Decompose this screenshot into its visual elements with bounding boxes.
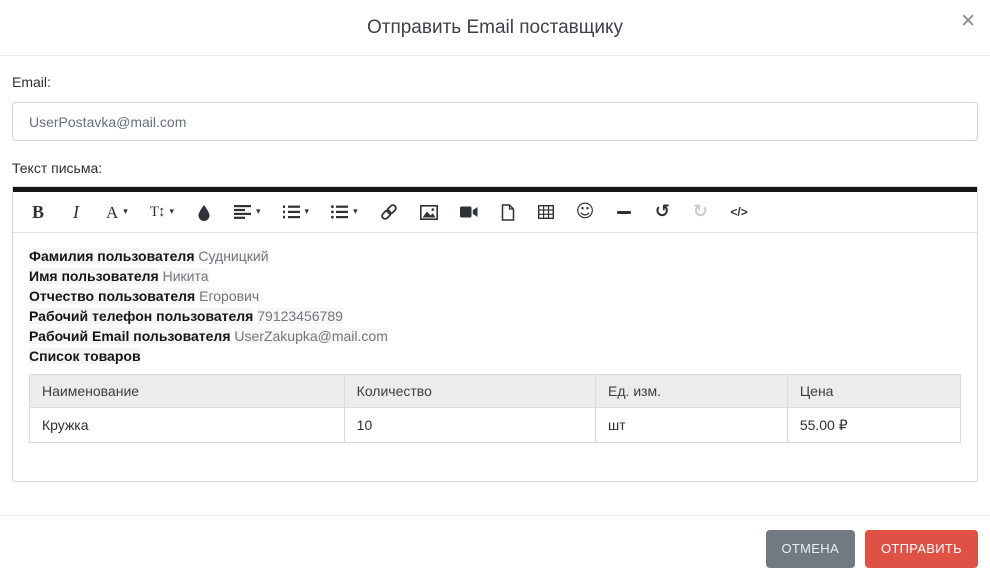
font-family-button[interactable]: A▾ [95, 192, 139, 232]
cell-item-quantity: 10 [344, 408, 595, 443]
send-button[interactable]: ОТПРАВИТЬ [865, 530, 978, 568]
items-table-header-row: Наименование Количество Ед. изм. Цена [30, 375, 961, 408]
field-value: 79123456789 [257, 308, 343, 324]
align-button[interactable]: ▾ [223, 192, 272, 232]
insert-file-button[interactable] [489, 192, 527, 232]
code-view-button[interactable]: </> [719, 192, 758, 232]
insert-video-button[interactable] [449, 192, 489, 232]
undo-button[interactable]: ↺ [643, 192, 681, 232]
insert-table-button[interactable] [527, 192, 565, 232]
editor-toolbar: B I A▾ T↕▾ ▾ ▾ ▾ [13, 192, 977, 233]
italic-button[interactable]: I [57, 192, 95, 232]
horizontal-line-button[interactable] [605, 192, 643, 232]
chevron-down-icon: ▾ [256, 207, 261, 217]
column-header-quantity: Количество [344, 375, 595, 408]
video-camera-icon [460, 206, 478, 218]
user-phone-line: Рабочий телефон пользователя 79123456789 [29, 306, 961, 326]
chevron-down-icon: ▾ [305, 207, 310, 217]
font-size-button[interactable]: T↕ ▾ [139, 192, 185, 232]
field-value: Судницкий [198, 248, 268, 264]
field-value: UserZakupka@mail.com [234, 328, 387, 344]
chevron-down-icon: ▾ [169, 207, 174, 217]
redo-button[interactable]: ↻ [681, 192, 719, 232]
field-label: Отчество пользователя [29, 288, 195, 304]
ordered-list-button[interactable]: ▾ [272, 192, 321, 232]
field-label: Рабочий телефон пользователя [29, 308, 253, 324]
text-color-button[interactable] [185, 192, 223, 232]
table-icon [538, 205, 554, 219]
horizontal-line-icon [617, 211, 631, 214]
emoticon-button[interactable]: ☺ [565, 192, 606, 232]
user-email-line: Рабочий Email пользователя UserZakupka@m… [29, 326, 961, 346]
dialog-footer: ОТМЕНА ОТПРАВИТЬ [0, 515, 990, 581]
field-value: Никита [163, 268, 209, 284]
insert-link-button[interactable] [369, 192, 409, 232]
editor-content[interactable]: Фамилия пользователя Судницкий Имя польз… [13, 233, 977, 481]
redo-icon: ↻ [693, 203, 708, 221]
bold-button[interactable]: B [19, 192, 57, 232]
font-size-icon: T↕ [150, 205, 165, 220]
code-view-icon: </> [730, 206, 747, 218]
close-icon[interactable]: ✕ [960, 12, 976, 31]
user-lastname-line: Фамилия пользователя Судницкий [29, 246, 961, 266]
dialog-body: Email: Текст письма: B I A▾ T↕▾ ▾ ▾ [0, 56, 990, 482]
cancel-button[interactable]: ОТМЕНА [766, 530, 855, 568]
user-firstname-line: Имя пользователя Никита [29, 266, 961, 286]
items-list-title: Список товаров [29, 348, 141, 364]
cell-item-name: Кружка [30, 408, 345, 443]
chevron-down-icon: ▾ [123, 207, 128, 217]
align-left-icon [234, 205, 251, 219]
chevron-down-icon: ▾ [353, 207, 358, 217]
link-icon [380, 203, 398, 221]
dialog-title: Отправить Email поставщику [367, 17, 623, 39]
email-label: Email: [12, 74, 978, 90]
field-label: Фамилия пользователя [29, 248, 195, 264]
rich-text-editor: B I A▾ T↕▾ ▾ ▾ ▾ [12, 186, 978, 482]
ordered-list-icon [283, 205, 300, 219]
user-middlename-line: Отчество пользователя Егорович [29, 286, 961, 306]
bold-icon: B [32, 203, 44, 221]
cell-item-unit: шт [596, 408, 788, 443]
unordered-list-button[interactable]: ▾ [320, 192, 369, 232]
field-value: Егорович [199, 288, 259, 304]
field-label: Рабочий Email пользователя [29, 328, 231, 344]
font-family-icon: A [106, 204, 118, 221]
column-header-name: Наименование [30, 375, 345, 408]
undo-icon: ↺ [655, 203, 670, 221]
message-body-label: Текст письма: [12, 160, 978, 176]
column-header-price: Цена [787, 375, 960, 408]
file-icon [501, 204, 515, 221]
email-input[interactable] [12, 102, 978, 141]
cell-item-price: 55.00 ₽ [787, 408, 960, 443]
items-table: Наименование Количество Ед. изм. Цена Кр… [29, 374, 961, 443]
unordered-list-icon [331, 205, 348, 219]
dialog-header: Отправить Email поставщику ✕ [0, 0, 990, 56]
column-header-unit: Ед. изм. [596, 375, 788, 408]
table-row: Кружка 10 шт 55.00 ₽ [30, 408, 961, 443]
field-label: Имя пользователя [29, 268, 159, 284]
image-icon [420, 205, 438, 220]
emoticon-icon: ☺ [576, 203, 595, 221]
send-email-dialog: Отправить Email поставщику ✕ Email: Текс… [0, 0, 990, 581]
color-droplet-icon [197, 204, 211, 221]
insert-image-button[interactable] [409, 192, 449, 232]
italic-icon: I [73, 203, 79, 221]
